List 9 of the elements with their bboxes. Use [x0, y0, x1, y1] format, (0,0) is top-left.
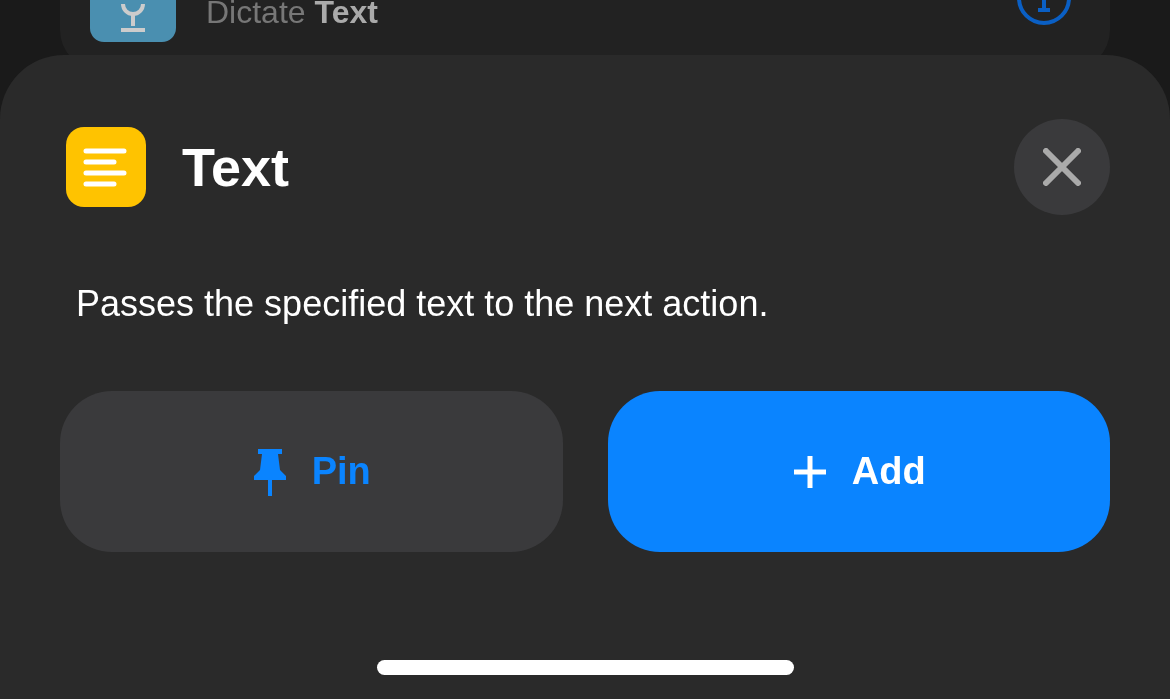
close-icon	[1043, 148, 1081, 186]
add-button[interactable]: Add	[607, 391, 1110, 552]
pin-icon	[251, 446, 288, 497]
plus-icon	[791, 453, 828, 490]
text-lines-icon	[66, 127, 146, 207]
pin-button[interactable]: Pin	[60, 391, 563, 552]
action-title: Dictate Text	[206, 0, 378, 30]
sheet-title: Text	[182, 135, 291, 199]
action-description: Passes the specified text to the next action.	[76, 282, 770, 326]
